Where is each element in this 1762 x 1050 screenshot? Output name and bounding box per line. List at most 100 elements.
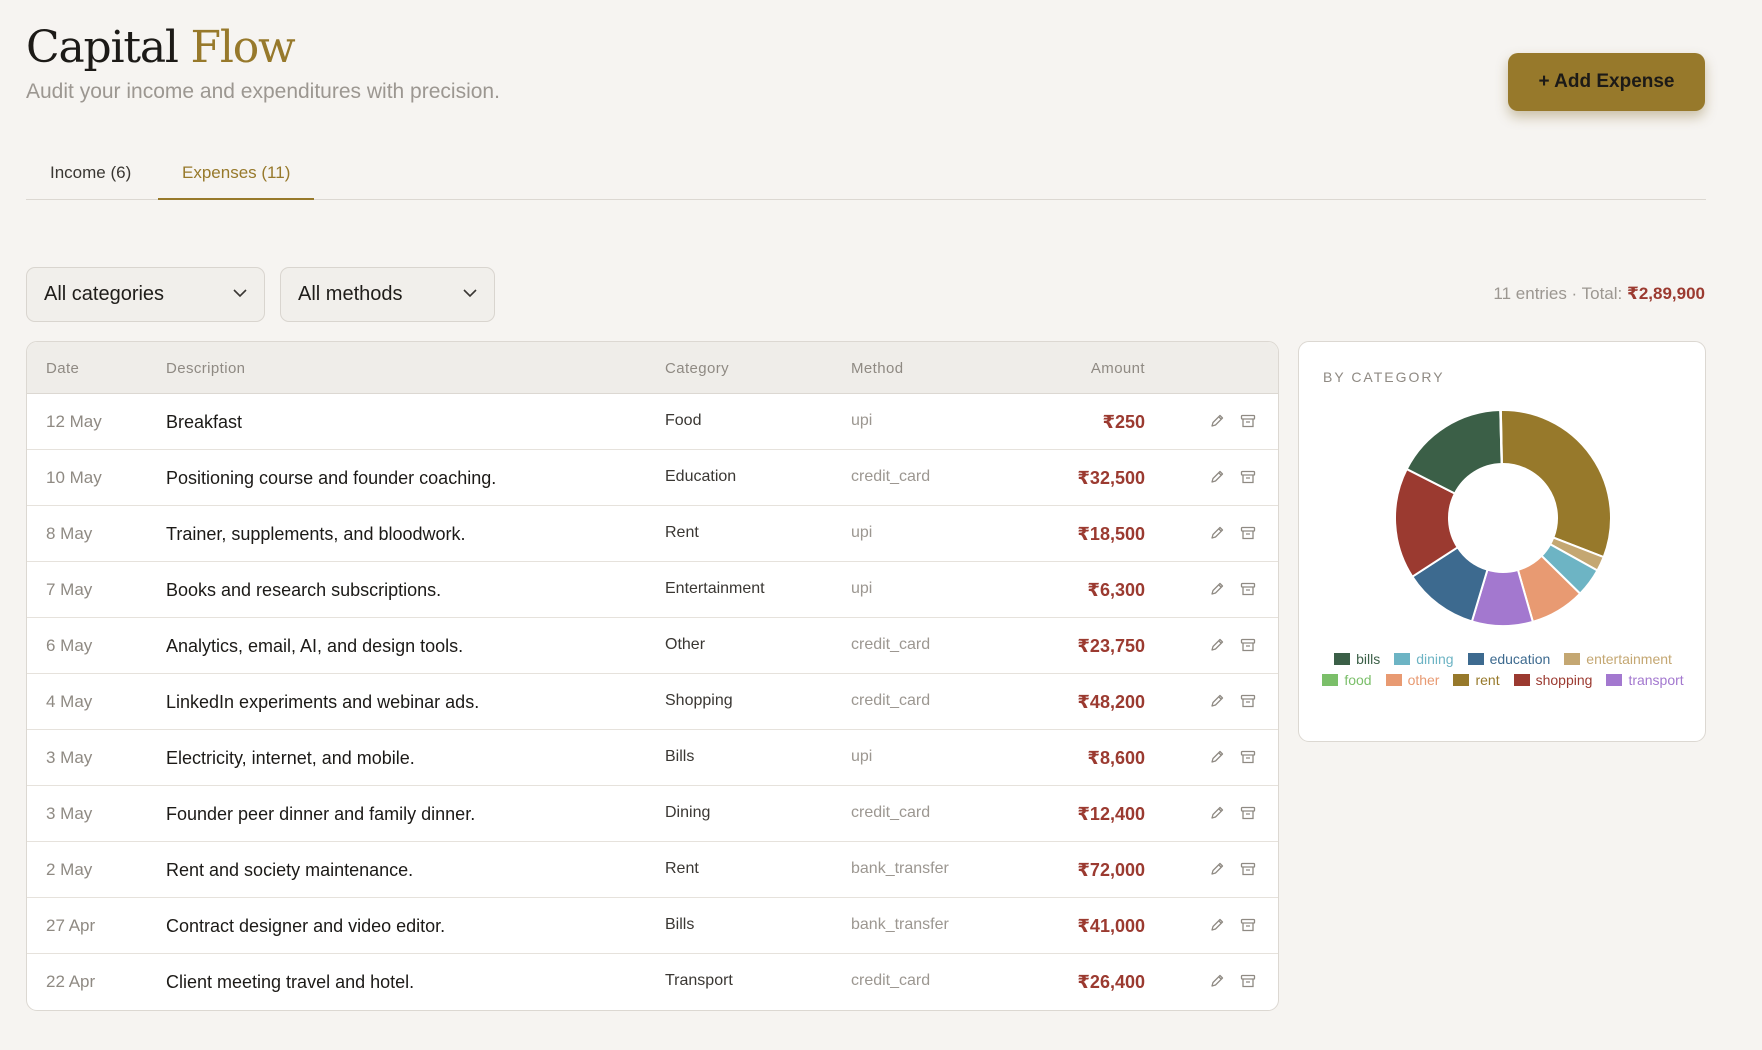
- pencil-icon[interactable]: [1209, 917, 1225, 938]
- row-category: Other: [665, 636, 706, 653]
- table-row[interactable]: 3 May Founder peer dinner and family dinn…: [27, 786, 1278, 842]
- row-amount: ₹23,750: [1077, 636, 1145, 656]
- tab-expenses[interactable]: Expenses (11): [158, 148, 315, 200]
- pencil-icon[interactable]: [1209, 749, 1225, 770]
- legend-item-dining: dining: [1394, 650, 1454, 667]
- row-date: 4 May: [46, 692, 93, 711]
- table-row[interactable]: 12 May Breakfast Food upi ₹250: [27, 394, 1278, 450]
- column-header-description: Description: [166, 360, 246, 377]
- row-category: Rent: [665, 860, 699, 877]
- archive-icon[interactable]: [1240, 469, 1256, 490]
- row-category: Dining: [665, 804, 711, 821]
- pencil-icon[interactable]: [1209, 581, 1225, 602]
- table-row[interactable]: 10 May Positioning course and founder coa…: [27, 450, 1278, 506]
- page-title: Capital Flow: [26, 22, 296, 73]
- archive-icon[interactable]: [1240, 637, 1256, 658]
- row-amount: ₹18,500: [1077, 524, 1145, 544]
- row-category: Bills: [665, 748, 695, 765]
- legend-item-bills: bills: [1334, 650, 1380, 667]
- row-description: Breakfast: [166, 412, 243, 432]
- row-amount: ₹41,000: [1077, 916, 1145, 936]
- archive-icon[interactable]: [1240, 917, 1256, 938]
- table-row[interactable]: 22 Apr Client meeting travel and hotel. Tr…: [27, 954, 1278, 1010]
- row-category: Bills: [665, 916, 695, 933]
- table-row[interactable]: 8 May Trainer, supplements, and bloodwork…: [27, 506, 1278, 562]
- row-date: 12 May: [46, 412, 102, 431]
- row-amount: ₹48,200: [1077, 692, 1145, 712]
- category-donut-chart: [1394, 409, 1612, 627]
- row-method: credit_card: [851, 636, 931, 653]
- archive-icon[interactable]: [1240, 693, 1256, 714]
- row-date: 3 May: [46, 748, 93, 767]
- total-amount: ₹2,89,900: [1626, 284, 1705, 303]
- row-description: Electricity, internet, and mobile.: [166, 748, 415, 768]
- column-header-date: Date: [46, 360, 80, 377]
- pencil-icon[interactable]: [1209, 413, 1225, 434]
- tab-income[interactable]: Income (6): [26, 148, 155, 200]
- pencil-icon[interactable]: [1209, 973, 1225, 994]
- row-date: 22 Apr: [46, 972, 96, 991]
- pencil-icon[interactable]: [1209, 469, 1225, 490]
- chart-legend: bills dining education entertainment food oth…: [1309, 650, 1697, 688]
- pencil-icon[interactable]: [1209, 525, 1225, 546]
- row-description: Analytics, email, AI, and design tools.: [166, 636, 464, 656]
- row-method: upi: [851, 748, 873, 765]
- row-method: credit_card: [851, 692, 931, 709]
- row-category: Transport: [665, 972, 733, 989]
- table-row[interactable]: 4 May LinkedIn experiments and webinar ad…: [27, 674, 1278, 730]
- add-expense-button[interactable]: + Add Expense: [1508, 53, 1705, 111]
- row-category: Food: [665, 412, 702, 429]
- legend-label: transport: [1628, 671, 1684, 688]
- table-row[interactable]: 7 May Books and research subscriptions. En…: [27, 562, 1278, 618]
- row-description: Rent and society maintenance.: [166, 860, 414, 880]
- row-amount: ₹32,500: [1077, 468, 1145, 488]
- method-filter-select[interactable]: All methods: [280, 267, 495, 322]
- row-category: Rent: [665, 524, 699, 541]
- legend-swatch: [1453, 673, 1470, 686]
- title-accent: Flow: [190, 22, 296, 73]
- row-description: Client meeting travel and hotel.: [166, 972, 415, 992]
- archive-icon[interactable]: [1240, 581, 1256, 602]
- column-header-amount: Amount: [1090, 360, 1145, 377]
- archive-icon[interactable]: [1240, 861, 1256, 882]
- row-method: upi: [851, 580, 873, 597]
- category-filter-select[interactable]: All categories: [26, 267, 265, 322]
- legend-swatch: [1606, 673, 1623, 686]
- legend-label: education: [1489, 650, 1551, 667]
- pencil-icon[interactable]: [1209, 637, 1225, 658]
- row-description: Contract designer and video editor.: [166, 916, 446, 936]
- legend-label: bills: [1356, 650, 1381, 667]
- row-category: Shopping: [665, 692, 733, 709]
- column-header-method: Method: [851, 360, 904, 377]
- archive-icon[interactable]: [1240, 525, 1256, 546]
- archive-icon[interactable]: [1240, 973, 1256, 994]
- row-method: credit_card: [851, 468, 931, 485]
- table-row[interactable]: 6 May Analytics, email, AI, and design to…: [27, 618, 1278, 674]
- legend-item-other: other: [1385, 671, 1440, 688]
- pencil-icon[interactable]: [1209, 805, 1225, 826]
- legend-swatch: [1513, 673, 1530, 686]
- column-header-category: Category: [665, 360, 730, 377]
- row-method: upi: [851, 412, 873, 429]
- row-date: 8 May: [46, 524, 93, 543]
- pencil-icon[interactable]: [1209, 861, 1225, 882]
- archive-icon[interactable]: [1240, 805, 1256, 826]
- entries-summary: 11 entries · Total: ₹2,89,900: [1493, 284, 1705, 304]
- legend-label: other: [1407, 671, 1440, 688]
- table-row[interactable]: 2 May Rent and society maintenance. Rent ba…: [27, 842, 1278, 898]
- row-method: credit_card: [851, 972, 931, 989]
- archive-icon[interactable]: [1240, 413, 1256, 434]
- table-row[interactable]: 27 Apr Contract designer and video editor…: [27, 898, 1278, 954]
- tab-bar: Income (6) Expenses (11): [26, 148, 1706, 200]
- table-row[interactable]: 3 May Electricity, internet, and mobile. B…: [27, 730, 1278, 786]
- row-category: Entertainment: [665, 580, 765, 597]
- pencil-icon[interactable]: [1209, 693, 1225, 714]
- row-amount: ₹26,400: [1077, 972, 1145, 992]
- legend-label: shopping: [1535, 671, 1593, 688]
- row-method: credit_card: [851, 804, 931, 821]
- row-method: upi: [851, 524, 873, 541]
- row-method: bank_transfer: [851, 916, 949, 933]
- table-header: Date Description Category Method Amount: [27, 342, 1278, 394]
- archive-icon[interactable]: [1240, 749, 1256, 770]
- row-date: 10 May: [46, 468, 102, 487]
